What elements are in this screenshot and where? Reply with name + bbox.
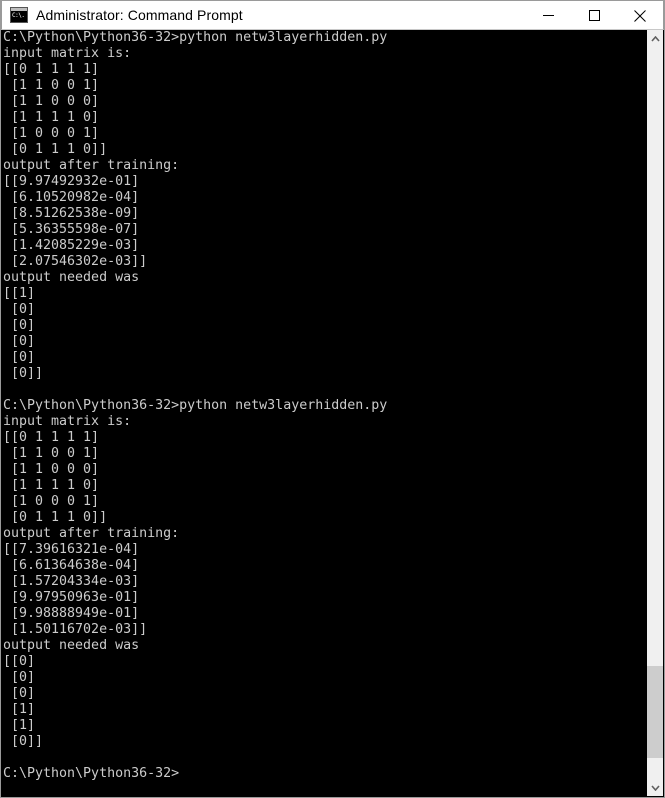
console-text: C:\Python\Python36-32>python netw3layerh… bbox=[3, 30, 388, 781]
window-title: Administrator: Command Prompt bbox=[36, 7, 243, 23]
scrollbar-thumb[interactable] bbox=[647, 666, 663, 758]
maximize-icon bbox=[588, 10, 600, 21]
close-button[interactable] bbox=[617, 1, 663, 30]
scroll-up-button[interactable] bbox=[647, 30, 663, 47]
chevron-up-icon bbox=[650, 35, 660, 42]
title-bar[interactable]: C:\. Administrator: Command Prompt bbox=[1, 0, 664, 30]
vertical-scrollbar[interactable] bbox=[646, 30, 663, 796]
window-controls bbox=[525, 1, 663, 30]
minimize-button[interactable] bbox=[525, 1, 571, 30]
chevron-down-icon bbox=[650, 784, 660, 791]
maximize-button[interactable] bbox=[571, 1, 617, 30]
icon-prompt-glyph: C:\. bbox=[12, 12, 25, 19]
minimize-icon bbox=[542, 15, 554, 16]
command-prompt-window: C:\. Administrator: Command Prompt C:\Py… bbox=[0, 0, 665, 798]
close-icon bbox=[634, 9, 646, 22]
command-prompt-icon: C:\. bbox=[10, 7, 28, 23]
console-output-area[interactable]: C:\Python\Python36-32>python netw3layerh… bbox=[1, 30, 664, 797]
scroll-down-button[interactable] bbox=[647, 779, 663, 796]
